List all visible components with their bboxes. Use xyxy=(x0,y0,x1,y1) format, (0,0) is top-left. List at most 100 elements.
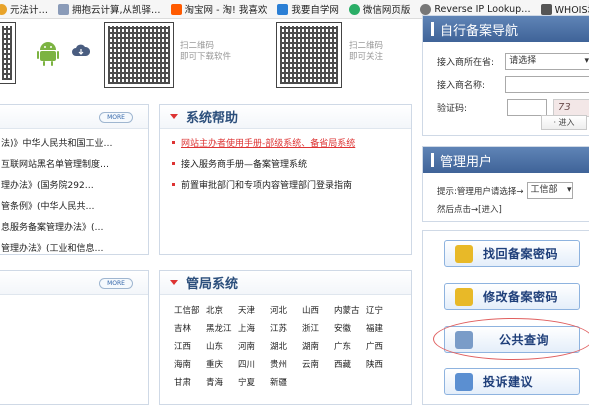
province-link[interactable]: 福建 xyxy=(366,322,398,334)
monitor-icon xyxy=(277,3,289,15)
name-label: 接入商名称: xyxy=(437,81,486,91)
help-link[interactable]: 网站主办者使用手册-部级系统、备省局系统 xyxy=(160,132,411,153)
province-link[interactable]: 新疆 xyxy=(270,376,302,388)
taobao-icon xyxy=(170,3,182,15)
province-link[interactable]: 甘肃 xyxy=(174,376,206,388)
province-link[interactable]: 安徽 xyxy=(334,322,366,334)
follow-qr-code xyxy=(276,22,342,88)
province-link[interactable]: 江西 xyxy=(174,340,206,352)
province-link[interactable]: 山东 xyxy=(206,340,238,352)
province-link[interactable]: 浙江 xyxy=(302,322,334,334)
change-password-button[interactable]: 修改备案密码 xyxy=(444,283,580,310)
admin-hint: 提示:管理用户请选择→ xyxy=(437,186,524,197)
province-link[interactable]: 湖北 xyxy=(270,340,302,352)
chevron-down-icon: ▾ xyxy=(584,56,589,66)
clock-icon xyxy=(0,3,7,15)
cloud-icon xyxy=(58,3,70,15)
qr-caption-follow: 扫二维码 即可关注 xyxy=(349,41,384,62)
highlight-ellipse xyxy=(433,318,589,360)
province-link[interactable]: 青海 xyxy=(206,376,238,388)
retrieve-password-button[interactable]: 找回备案密码 xyxy=(444,240,580,267)
bookmark-6[interactable]: WHOIS域名 xyxy=(540,2,589,16)
lock-edit-icon xyxy=(455,287,473,306)
android-icon xyxy=(37,40,59,66)
province-link[interactable]: 云南 xyxy=(302,358,334,370)
wechat-icon xyxy=(348,3,360,15)
province-link[interactable]: 吉林 xyxy=(174,322,206,334)
captcha-image[interactable]: 73 xyxy=(553,98,589,117)
download-qr-code xyxy=(104,22,174,88)
province-link[interactable]: 辽宁 xyxy=(366,304,398,316)
panel-title: 管局系统 xyxy=(186,277,239,292)
panel-title: 自行备案导航 xyxy=(440,23,519,39)
bookmark-0[interactable]: 元法计… xyxy=(0,2,48,16)
province-link[interactable]: 海南 xyxy=(174,358,206,370)
province-link[interactable]: 内蒙古 xyxy=(334,304,366,316)
province-link[interactable]: 宁夏 xyxy=(238,376,270,388)
province-select[interactable]: 请选择 ▾ xyxy=(505,53,589,70)
chevron-down-icon: ▾ xyxy=(566,185,572,195)
province-grid: 工信部 北京 天津 河北 山西 内蒙古 辽宁吉林 黑龙江 上海 江苏 浙江 安徽 福建江西 山东 河南 湖北湖… xyxy=(160,295,411,388)
self-filing-nav-panel: 自行备案导航 接入商所在省: 请选择 ▾ 接入商名称: 验证码: 73 · 进入 xyxy=(422,15,589,136)
province-link[interactable]: 重庆 xyxy=(206,358,238,370)
list-item[interactable]: 理办法》(国务院292… xyxy=(0,174,148,195)
captcha-input[interactable] xyxy=(507,99,547,116)
province-link[interactable]: 西藏 xyxy=(334,358,366,370)
triangle-icon xyxy=(170,280,178,285)
qr-code-partial xyxy=(0,22,16,84)
whois-icon xyxy=(540,3,552,15)
admin-hint-suffix: 然后点击→ xyxy=(437,205,479,215)
province-link[interactable]: 天津 xyxy=(238,304,270,316)
panel-title: 管理用户 xyxy=(440,154,493,170)
laws-panel: MORE 法)》中华人民共和国工业… 互联网站黑名单管理制度… 理办法》(国务院… xyxy=(0,104,149,255)
more-button[interactable]: MORE xyxy=(99,278,133,289)
help-link[interactable]: 接入服务商手册—备案管理系统 xyxy=(160,153,411,174)
complaint-icon xyxy=(455,372,473,391)
panel-title: 系统帮助 xyxy=(186,111,239,126)
list-item[interactable]: 管条例》(中华人民共… xyxy=(0,195,148,216)
province-link[interactable]: 山西 xyxy=(302,304,334,316)
captcha-label: 验证码: xyxy=(437,104,468,114)
list-item[interactable]: 互联网站黑名单管理制度… xyxy=(0,153,148,174)
bookmark-5[interactable]: Reverse IP Lookup… xyxy=(420,3,531,15)
province-link[interactable]: 江苏 xyxy=(270,322,302,334)
qr-caption-download: 扫二维码 即可下载软件 xyxy=(180,41,232,62)
bullet-icon xyxy=(172,183,175,186)
isp-name-input[interactable] xyxy=(505,76,589,93)
admin-enter-link[interactable]: [进入] xyxy=(478,205,502,215)
system-help-panel: 系统帮助 网站主办者使用手册-部级系统、备省局系统 接入服务商手册—备案管理系统… xyxy=(159,104,412,255)
province-link[interactable]: 河南 xyxy=(238,340,270,352)
bookmark-4[interactable]: 微信网页版 xyxy=(348,2,410,16)
list-item[interactable]: 息服务备案管理办法》(… xyxy=(0,216,148,237)
province-label: 接入商所在省: xyxy=(437,58,495,68)
province-link[interactable]: 广东 xyxy=(334,340,366,352)
triangle-icon xyxy=(170,114,178,119)
bureau-system-panel: 管局系统 工信部 北京 天津 河北 山西 内蒙古 辽宁吉林 黑龙江 上海 江苏 浙江 安徽 福建江西 山东… xyxy=(159,270,412,405)
help-link[interactable]: 前置审批部门和专项内容管理部门登录指南 xyxy=(160,174,411,195)
more-button[interactable]: MORE xyxy=(99,112,133,123)
province-link[interactable]: 上海 xyxy=(238,322,270,334)
bookmark-2[interactable]: 淘宝网 - 淘! 我喜欢 xyxy=(170,2,267,16)
province-link[interactable]: 黑龙江 xyxy=(206,322,238,334)
province-link[interactable]: 贵州 xyxy=(270,358,302,370)
admin-select[interactable]: 工信部 ▾ xyxy=(526,182,573,199)
province-link[interactable]: 四川 xyxy=(238,358,270,370)
cloud-download-icon xyxy=(72,44,91,58)
list-item[interactable]: 法)》中华人民共和国工业… xyxy=(0,132,148,153)
province-link[interactable]: 工信部 xyxy=(174,304,206,316)
province-link[interactable]: 湖南 xyxy=(302,340,334,352)
province-link[interactable]: 北京 xyxy=(206,304,238,316)
province-link[interactable]: 陕西 xyxy=(366,358,398,370)
province-link[interactable]: 广西 xyxy=(366,340,398,352)
globe-icon xyxy=(420,3,432,15)
bookmark-1[interactable]: 拥抱云计算,从凯驿… xyxy=(58,2,161,16)
bullet-icon xyxy=(172,162,175,165)
province-link[interactable]: 河北 xyxy=(270,304,302,316)
enter-button[interactable]: · 进入 xyxy=(541,115,587,130)
lock-icon xyxy=(455,244,473,263)
bullet-icon xyxy=(172,141,175,144)
complaint-button[interactable]: 投诉建议 xyxy=(444,368,580,395)
list-item[interactable]: 管理办法》(工业和信息… xyxy=(0,237,148,258)
admin-user-panel: 管理用户 提示:管理用户请选择→ 工信部 ▾ 然后点击→[进入] xyxy=(422,146,589,222)
bookmark-3[interactable]: 我要自学网 xyxy=(277,2,339,16)
